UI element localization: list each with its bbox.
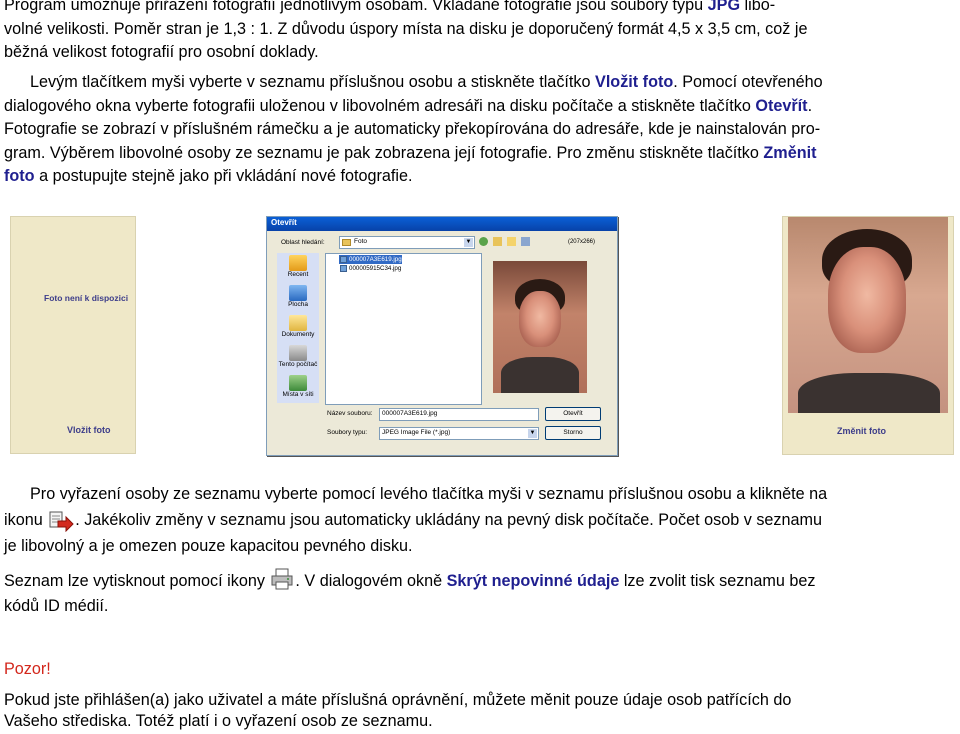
warning-line-1: Pokud jste přihlášen(a) jako uživatel a … — [4, 691, 792, 709]
p3-line-3: je libovolný a je omezen pouze kapacitou… — [4, 537, 413, 555]
documents-icon — [289, 315, 307, 331]
dialog-title: Otevřít — [271, 218, 297, 227]
computer-icon — [289, 345, 307, 361]
filename-input[interactable]: 000007A3E619.jpg — [379, 408, 539, 421]
zmenit-foto-ref-a: Změnit — [763, 143, 817, 162]
desktop-icon — [289, 285, 307, 301]
place-desktop[interactable]: Plocha — [277, 285, 319, 308]
person-photo — [788, 217, 948, 413]
place-recent-label: Recent — [287, 271, 309, 278]
open-file-dialog: Otevřít Oblast hledání: Foto ▼ (207x266)… — [266, 216, 618, 456]
chevron-down-icon[interactable]: ▼ — [464, 238, 473, 247]
p4-line-2: kódů ID médií. — [4, 597, 109, 615]
recent-icon — [289, 255, 307, 271]
jpg-format-label: JPG — [707, 0, 741, 14]
p3-text-3: . Jakékoliv změny v seznamu jsou automat… — [75, 511, 823, 529]
print-icon[interactable] — [270, 568, 294, 590]
places-bar: Recent Plocha Dokumenty Tento počítač Mí… — [277, 253, 319, 403]
p4-text-1: Seznam lze vytisknout pomocí ikony — [4, 572, 265, 590]
look-in-value: Foto — [354, 238, 368, 245]
photo-panel: Změnit foto — [782, 216, 954, 455]
chevron-down-icon[interactable]: ▼ — [528, 429, 537, 438]
otevrit-ref: Otevřít — [755, 96, 808, 115]
p4-text-2: . V dialogovém okně — [295, 572, 443, 590]
delete-person-icon-svg — [49, 511, 74, 532]
p2-line-3: Fotografie se zobrazí v příslušném rámeč… — [4, 120, 821, 139]
up-folder-icon[interactable] — [493, 237, 502, 246]
warning-heading: Pozor! — [4, 660, 51, 678]
p4-text-3: lze zvolit tisk seznamu bez — [623, 572, 816, 590]
file-item[interactable]: 000005915C34.jpg — [339, 264, 401, 273]
place-documents-label: Dokumenty — [281, 331, 315, 338]
p2-text-7: a postupujte stejně jako při vkládání no… — [39, 167, 413, 186]
p2-line-5: foto a postupujte stejně jako při vkládá… — [4, 165, 954, 189]
intro-paragraph: Program umožňuje přiřazení fotografií je… — [4, 0, 954, 65]
vlozit-foto-button[interactable]: Vložit foto — [67, 425, 111, 435]
intro-line-2: volné velikosti. Poměr stran je 1,3 : 1.… — [4, 19, 808, 38]
p2-text-4: . — [807, 96, 813, 115]
remove-person-paragraph: Pro vyřazení osoby ze seznamu vyberte po… — [4, 481, 954, 559]
file-item-selected[interactable]: 000007A3E619.jpg — [339, 255, 402, 264]
p2-text-3: dialogového okna vyberte fotografii ulož… — [4, 96, 751, 115]
p2-line-1: Levým tlačítkem myši vyberte v seznamu p… — [4, 71, 954, 95]
place-documents[interactable]: Dokumenty — [277, 315, 319, 338]
warning-paragraph: Pokud jste přihlášen(a) jako uživatel a … — [4, 690, 954, 732]
p3-text-1: Pro vyřazení osoby ze seznamu vyberte po… — [30, 485, 828, 503]
dialog-toolbar — [479, 236, 539, 247]
p3-line-2: ikonu . Jakékoliv změny v seznamu jsou a… — [4, 507, 954, 533]
photo-shirt — [798, 373, 940, 413]
place-recent[interactable]: Recent — [277, 255, 319, 278]
print-paragraph: Seznam lze vytisknout pomocí ikony . V d… — [4, 568, 954, 619]
insert-photo-paragraph: Levým tlačítkem myši vyberte v seznamu p… — [4, 71, 954, 189]
preview-face — [519, 291, 561, 347]
dialog-titlebar: Otevřít — [267, 217, 617, 231]
no-photo-panel: Foto není k dispozici Vložit foto — [10, 216, 136, 454]
p2-text-2: . Pomocí otevřeného — [673, 73, 823, 91]
warning-line-2: Vašeho střediska. Totéž platí i o vyřaze… — [4, 712, 433, 730]
look-in-label: Oblast hledání: — [281, 239, 325, 246]
new-folder-icon[interactable] — [507, 237, 516, 246]
photo-preview — [485, 253, 595, 403]
place-computer[interactable]: Tento počítač — [277, 345, 319, 368]
delete-person-icon[interactable] — [48, 510, 74, 532]
preview-photo — [493, 261, 587, 393]
preview-shirt — [501, 357, 579, 393]
filetype-value: JPEG Image File (*.jpg) — [382, 429, 451, 436]
place-network[interactable]: Místa v síti — [277, 375, 319, 398]
open-button[interactable]: Otevřít — [545, 407, 601, 421]
look-in-select[interactable]: Foto ▼ — [339, 236, 475, 249]
p3-line-1: Pro vyřazení osoby ze seznamu vyberte po… — [4, 481, 954, 507]
filetype-select[interactable]: JPEG Image File (*.jpg) ▼ — [379, 427, 539, 440]
p2-text-6: gram. Výběrem libovolné osoby ze seznamu… — [4, 143, 759, 162]
filetype-label: Soubory typu: — [327, 429, 368, 436]
place-desktop-label: Plocha — [288, 301, 308, 308]
zmenit-foto-ref-b: foto — [4, 167, 35, 186]
p2-line-4: gram. Výběrem libovolné osoby ze seznamu… — [4, 142, 954, 166]
skryt-nepovinne-ref: Skrýt nepovinné údaje — [446, 572, 620, 590]
intro-line-1-end: libo- — [744, 0, 776, 14]
place-computer-label: Tento počítač — [278, 361, 318, 368]
zmenit-foto-button[interactable]: Změnit foto — [837, 426, 886, 436]
vlozit-foto-ref: Vložit foto — [595, 73, 674, 91]
cancel-button[interactable]: Storno — [545, 426, 601, 440]
place-network-label: Místa v síti — [282, 391, 314, 398]
view-menu-icon[interactable] — [521, 237, 530, 246]
p3-text-2: ikonu — [4, 511, 43, 529]
p2-text-1: Levým tlačítkem myši vyberte v seznamu p… — [30, 73, 591, 91]
back-icon[interactable] — [479, 237, 488, 246]
image-dimensions: (207x266) — [567, 239, 595, 245]
file-list[interactable] — [325, 253, 482, 405]
filename-value: 000007A3E619.jpg — [382, 410, 438, 417]
p4-line-1: Seznam lze vytisknout pomocí ikony . V d… — [4, 568, 954, 594]
filename-label: Název souboru: — [327, 410, 373, 417]
intro-line-1: Program umožňuje přiřazení fotografií je… — [4, 0, 704, 14]
print-icon-svg — [271, 568, 293, 590]
network-icon — [289, 375, 307, 391]
no-photo-text: Foto není k dispozici — [44, 293, 129, 303]
folder-icon — [342, 239, 351, 246]
photo-face — [828, 247, 906, 353]
p2-line-2: dialogového okna vyberte fotografii ulož… — [4, 95, 954, 119]
intro-line-3: běžná velikost fotografií pro osobní dok… — [4, 43, 319, 62]
